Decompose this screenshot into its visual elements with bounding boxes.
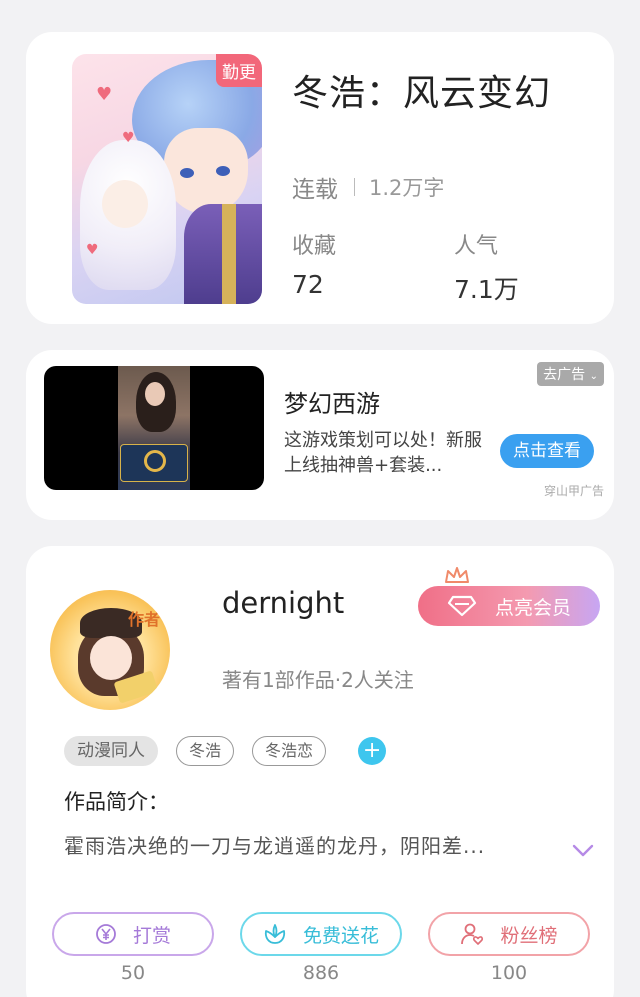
ad-card[interactable]: 梦幻西游 这游戏策划可以处！新服上线抽神兽+套装... 去广告 ⌄ 点击查看 穿… [26,350,614,520]
favorites-label: 收藏 [292,234,337,259]
author-name[interactable]: dernight [222,586,344,620]
remove-ad-label: 去广告 [543,367,586,383]
serial-status: 连载 [292,177,338,203]
author-meta: 著有1部作品·2人关注 [222,668,414,692]
user-heart-icon [461,923,484,945]
vip-button-label: 点亮会员 [494,596,571,619]
remove-ad-button[interactable]: 去广告 ⌄ [537,362,604,386]
update-badge: 勤更 [216,54,262,87]
flower-count: 886 [302,962,340,984]
author-card: 作者 dernight 著有1部作品·2人关注 点亮会员 动漫同人 冬浩 冬浩恋… [26,546,614,997]
book-status-row: 连载 1.2万字 [292,170,444,204]
fans-ranking-button[interactable]: 粉丝榜 [428,912,590,956]
heart-icon: ♥ [96,84,113,105]
reward-count: 50 [120,962,146,984]
tag-item[interactable]: 动漫同人 [64,736,158,766]
intro-label: 作品简介： [64,790,169,814]
chevron-down-icon: ⌄ [589,371,598,382]
divider [354,178,355,196]
reward-label: 打赏 [132,924,171,947]
popularity-label: 人气 [454,234,499,259]
yen-coin-icon [96,924,116,944]
intro-text[interactable]: 霍雨浩决绝的一刀与龙逍遥的龙丹，阴阳差... [64,830,485,859]
fans-count: 100 [490,962,528,984]
book-cover-image[interactable]: ♥ ♥ ♥ 勤更 [72,54,262,304]
fans-ranking-label: 粉丝榜 [500,924,558,947]
popularity-value: 7.1万 [454,275,519,304]
diamond-icon [447,595,477,617]
favorites-value: 72 [292,270,324,299]
tag-list: 动漫同人 冬浩 冬浩恋 + [64,736,387,766]
word-count: 1.2万字 [369,176,445,200]
tag-item[interactable]: 冬浩 [176,736,235,766]
heart-icon: ♥ [122,130,135,146]
ad-source-label: 穿山甲广告 [543,484,604,498]
send-flower-button[interactable]: 免费送花 [240,912,402,956]
chevron-down-icon[interactable] [572,844,594,858]
ad-view-button[interactable]: 点击查看 [500,434,594,468]
send-flower-label: 免费送花 [302,924,379,947]
vip-button[interactable]: 点亮会员 [418,586,600,626]
favorites-stat: 收藏 72 [292,228,336,299]
ad-description: 这游戏策划可以处！新服上线抽神兽+套装... [284,430,482,476]
author-avatar[interactable]: 作者 [50,590,170,710]
book-info-card: ♥ ♥ ♥ 勤更 冬浩：风云变幻 连载 1.2万字 收藏 72 人气 7.1万 [26,32,614,324]
crown-icon [445,567,469,583]
book-title: 冬浩：风云变幻 [292,73,552,114]
ad-video[interactable] [44,366,264,490]
heart-icon: ♥ [86,242,99,258]
tag-item[interactable]: 冬浩恋 [252,736,327,766]
author-avatar-tag: 作者 [127,610,160,629]
reward-button[interactable]: 打赏 [52,912,214,956]
ad-title: 梦幻西游 [284,390,380,418]
flower-icon [264,924,286,944]
add-tag-icon[interactable]: + [358,737,387,765]
popularity-stat: 人气 7.1万 [454,228,519,306]
